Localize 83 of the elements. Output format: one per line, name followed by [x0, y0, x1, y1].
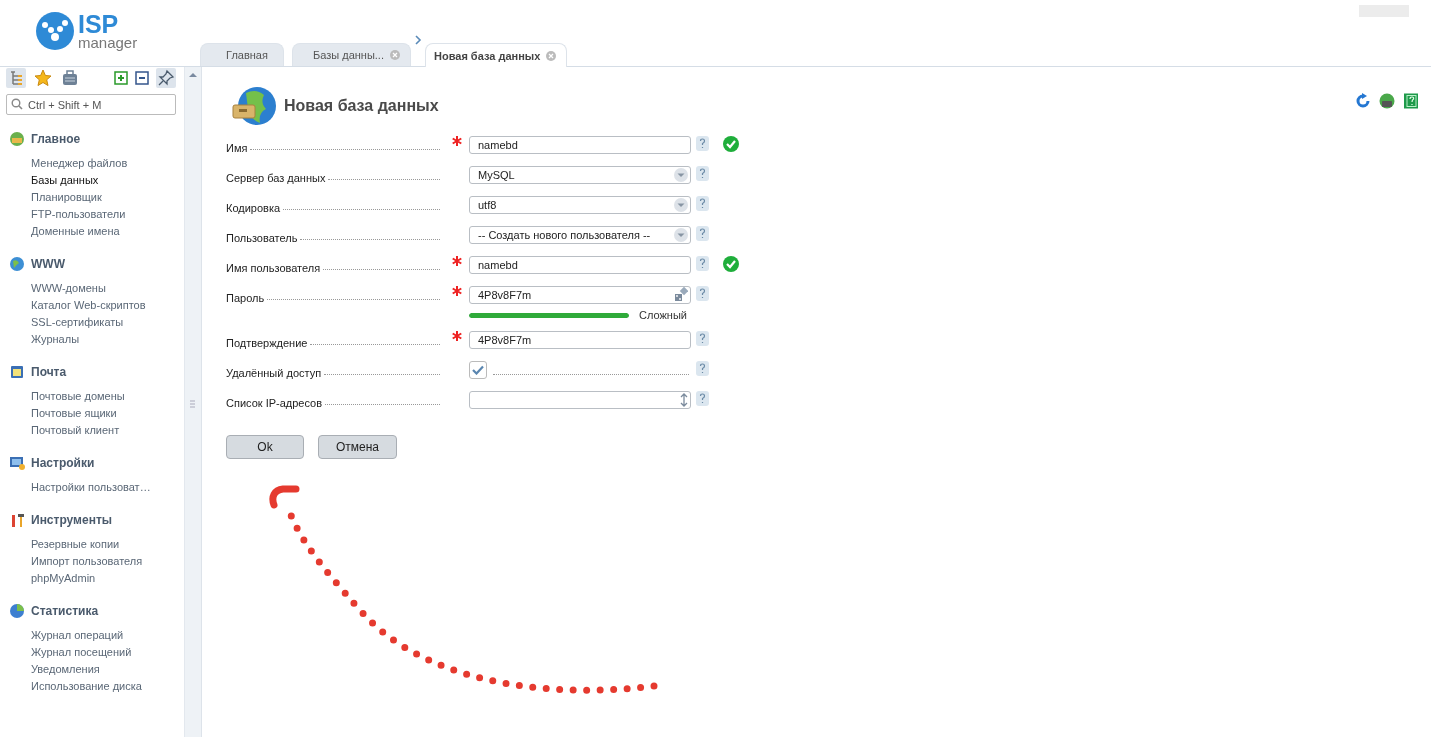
chevron-icon [414, 35, 422, 45]
field-label: Сервер баз данных [226, 172, 326, 184]
expand-icon[interactable] [114, 71, 128, 85]
monitor-icon [9, 455, 25, 471]
password-field[interactable]: 4P8v8F7m [469, 286, 691, 304]
sidebar-item[interactable]: Базы данных [31, 172, 99, 189]
field-label: Подтверждение [226, 337, 308, 349]
sidebar-item[interactable]: Настройки пользоват… [31, 479, 151, 496]
sidebar-item[interactable]: FTP-пользователи [31, 206, 126, 223]
help-icon[interactable] [696, 136, 709, 151]
sidebar-item[interactable]: Доменные имена [31, 223, 120, 240]
help-icon[interactable] [696, 166, 709, 181]
sidebar-item[interactable]: Журналы [31, 331, 80, 348]
pie-icon [9, 603, 25, 619]
scroll-up-icon[interactable] [188, 71, 198, 79]
sidebar-item[interactable]: Журнал операций [31, 627, 124, 644]
field-label: Пользователь [226, 232, 298, 244]
sidebar-group-title[interactable]: Статистика [31, 604, 99, 618]
help-icon[interactable] [696, 391, 709, 406]
checkbox[interactable] [469, 361, 487, 379]
sidebar-item[interactable]: WWW-домены [31, 280, 106, 297]
sidebar-item[interactable]: Резервные копии [31, 536, 120, 553]
field-label: Список IP-адресов [226, 397, 323, 409]
input-field[interactable]: namebd [469, 136, 691, 154]
help-icon[interactable] [696, 331, 709, 346]
close-icon[interactable] [390, 50, 400, 60]
help-icon[interactable] [696, 226, 709, 241]
help-icon[interactable] [696, 256, 709, 271]
list-field[interactable] [469, 391, 691, 409]
sidebar-item[interactable]: Почтовые домены [31, 388, 125, 405]
collapse-icon[interactable] [135, 71, 149, 85]
tools-icon [9, 512, 25, 528]
logo-text: ISP [78, 12, 120, 37]
star-icon[interactable] [33, 68, 53, 88]
field-label: Пароль [226, 292, 265, 304]
input-field[interactable]: 4P8v8F7m [469, 331, 691, 349]
resize-icon[interactable] [680, 393, 688, 407]
cancel-button[interactable]: Отмена [318, 435, 397, 459]
logo-subtitle: manager [78, 35, 138, 50]
sidebar-item[interactable]: Почтовый клиент [31, 422, 120, 439]
sidebar-item[interactable]: Планировщик [31, 189, 102, 206]
tab[interactable]: Главная [200, 43, 284, 66]
sidebar-item[interactable]: Менеджер файлов [31, 155, 128, 172]
help-icon[interactable] [696, 286, 709, 301]
help-book-icon[interactable] [1403, 93, 1419, 109]
search-field[interactable]: Ctrl + Shift + M [6, 94, 176, 115]
field-label: Удалённый доступ [226, 367, 322, 379]
pin-icon[interactable] [156, 68, 176, 88]
tab[interactable]: Базы данны... [292, 43, 411, 66]
dropdown[interactable]: utf8 [469, 196, 691, 214]
dropdown[interactable]: MySQL [469, 166, 691, 184]
dropdown[interactable]: -- Создать нового пользователя -- [469, 226, 691, 244]
logo-icon [36, 12, 74, 50]
help-icon[interactable] [696, 196, 709, 211]
sidebar-item[interactable]: SSL-сертификаты [31, 314, 124, 331]
sidebar-item[interactable]: Журнал посещений [31, 644, 132, 661]
sidebar-item[interactable]: Использование диска [31, 678, 142, 695]
sidebar-item[interactable]: phpMyAdmin [31, 570, 96, 587]
strength-label: Сложный [639, 309, 687, 321]
sidebar-item[interactable]: Уведомления [31, 661, 100, 678]
grip-icon[interactable] [190, 400, 195, 408]
page-title: Новая база данных [284, 96, 439, 115]
field-label: Имя [226, 142, 248, 154]
refresh-icon[interactable] [1355, 93, 1371, 109]
help-icon[interactable] [696, 361, 709, 376]
sidebar-group-title[interactable]: Инструменты [31, 513, 113, 527]
field-label: Кодировка [226, 202, 281, 214]
ok-button[interactable]: Ok [226, 435, 304, 459]
tree-view-icon[interactable] [6, 68, 26, 88]
input-field[interactable]: namebd [469, 256, 691, 274]
dice-icon[interactable] [674, 287, 688, 303]
sidebar-group-title[interactable]: WWW [31, 257, 65, 271]
sidebar-item[interactable]: Импорт пользователя [31, 553, 143, 570]
field-label: Имя пользователя [226, 262, 321, 274]
briefcase-icon[interactable] [60, 68, 80, 88]
tab[interactable]: Новая база данных [425, 43, 568, 67]
sidebar-item[interactable]: Почтовые ящики [31, 405, 117, 422]
sidebar-item[interactable]: Каталог Web-скриптов [31, 297, 146, 314]
sidebar-group-title[interactable]: Настройки [31, 456, 95, 470]
search-icon [11, 98, 23, 110]
sidebar-group-title[interactable]: Главное [31, 132, 81, 146]
close-icon[interactable] [546, 50, 557, 61]
sidebar-group-title[interactable]: Почта [31, 365, 67, 379]
